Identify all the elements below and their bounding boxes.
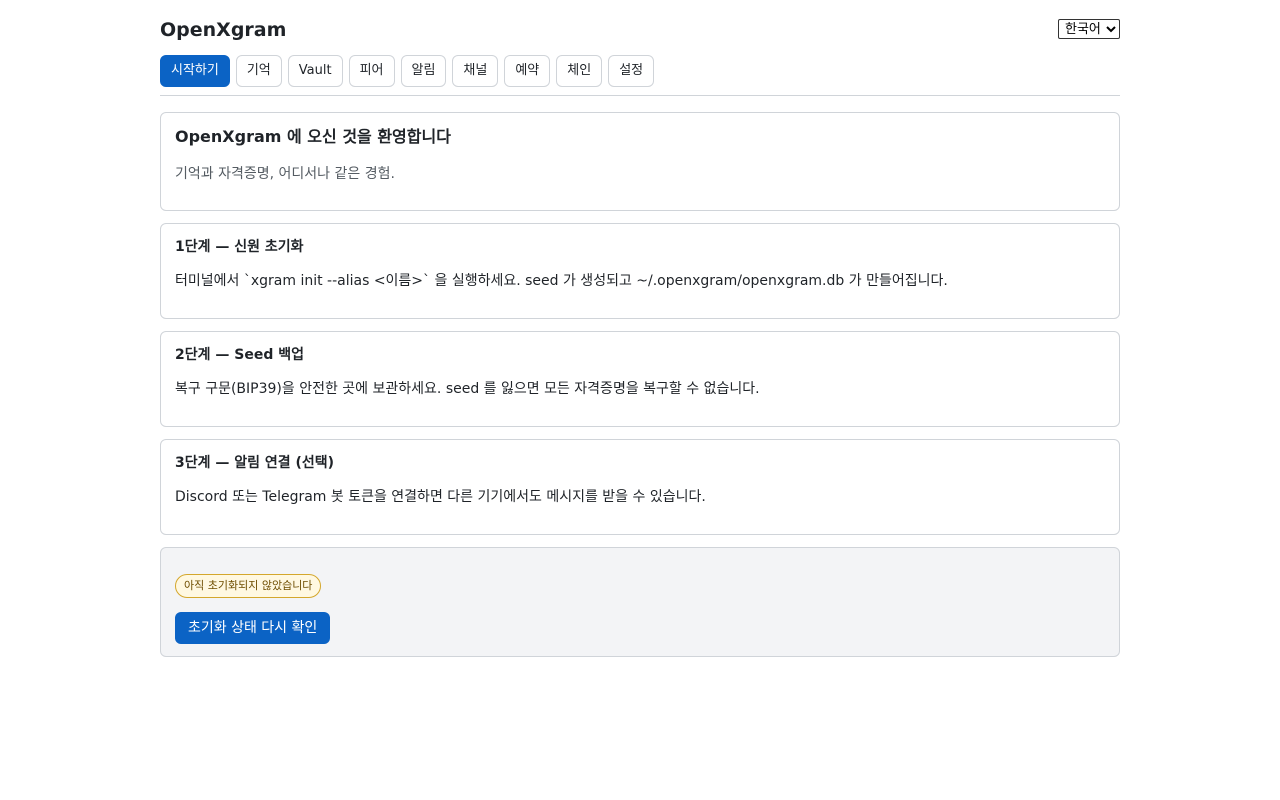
app-title: OpenXgram	[160, 19, 287, 41]
recheck-init-button[interactable]: 초기화 상태 다시 확인	[175, 612, 331, 644]
welcome-title: OpenXgram 에 오신 것을 환영합니다	[175, 127, 451, 146]
tab-peers[interactable]: 피어	[348, 55, 395, 87]
status-badge: 아직 초기화되지 않았습니다	[175, 574, 322, 598]
tab-chain[interactable]: 체인	[556, 55, 603, 87]
header: OpenXgram 한국어	[160, 0, 1120, 56]
tab-notifications[interactable]: 알림	[400, 55, 447, 87]
welcome-subtitle: 기억과 자격증명, 어디서나 같은 경험.	[175, 166, 395, 182]
step-card-1: 1단계 — 신원 초기화 터미널에서 `xgram init --alias <…	[160, 223, 1120, 319]
step-body: 터미널에서 `xgram init --alias <이름>` 을 실행하세요.…	[175, 273, 948, 289]
step-title: 2단계 — Seed 백업	[175, 347, 304, 363]
tab-vault[interactable]: Vault	[287, 55, 343, 87]
tab-channels[interactable]: 채널	[452, 55, 499, 87]
step-body: 복구 구문(BIP39)을 안전한 곳에 보관하세요. seed 를 잃으면 모…	[175, 381, 760, 397]
tab-settings[interactable]: 설정	[608, 55, 655, 87]
step-body: Discord 또는 Telegram 봇 토큰을 연결하면 다른 기기에서도 …	[175, 489, 706, 505]
welcome-card: OpenXgram 에 오신 것을 환영합니다 기억과 자격증명, 어디서나 같…	[160, 112, 1120, 211]
tab-schedule[interactable]: 예약	[504, 55, 551, 87]
language-select[interactable]: 한국어	[1058, 19, 1120, 39]
tab-getting-started[interactable]: 시작하기	[160, 55, 230, 87]
page-container: OpenXgram 한국어 시작하기 기억 Vault 피어 알림 채널 예약 …	[160, 0, 1120, 657]
step-card-2: 2단계 — Seed 백업 복구 구문(BIP39)을 안전한 곳에 보관하세요…	[160, 331, 1120, 427]
init-status-panel: 아직 초기화되지 않았습니다 초기화 상태 다시 확인	[160, 547, 1120, 657]
header-divider	[160, 95, 1120, 96]
step-card-3: 3단계 — 알림 연결 (선택) Discord 또는 Telegram 봇 토…	[160, 439, 1120, 535]
step-title: 3단계 — 알림 연결 (선택)	[175, 455, 335, 471]
tab-bar: 시작하기 기억 Vault 피어 알림 채널 예약 체인 설정	[160, 55, 655, 87]
tab-memory[interactable]: 기억	[235, 55, 282, 87]
step-title: 1단계 — 신원 초기화	[175, 239, 304, 255]
